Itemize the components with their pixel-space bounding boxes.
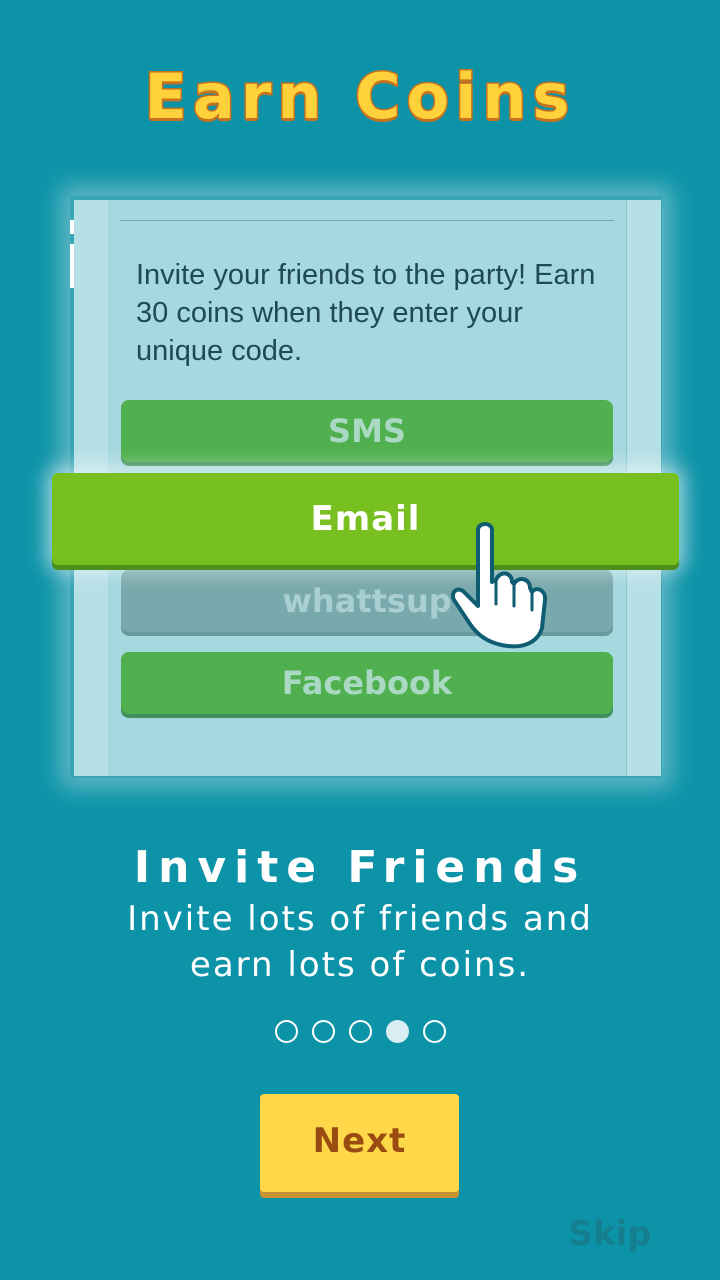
slide-subtitle: Invite lots of friends and earn lots of … xyxy=(127,899,593,985)
facebook-button[interactable]: Facebook xyxy=(121,652,613,714)
card-notch xyxy=(70,220,74,234)
page-dot-active[interactable] xyxy=(385,1020,409,1043)
page-dot[interactable] xyxy=(422,1020,446,1043)
skip-button[interactable]: Skip xyxy=(560,1214,660,1254)
slide-heading: Invite Friends xyxy=(133,842,587,893)
page-indicator xyxy=(0,1020,720,1043)
email-button[interactable]: Email xyxy=(52,473,679,565)
invite-message: Invite your friends to the party! Earn 3… xyxy=(136,259,596,367)
page-dot[interactable] xyxy=(311,1020,335,1043)
hand-pointer-icon xyxy=(451,522,548,649)
next-button[interactable]: Next xyxy=(260,1094,459,1192)
card-divider xyxy=(120,220,614,221)
page-title: Earn Coins xyxy=(143,59,576,135)
card-notch xyxy=(70,244,74,288)
sms-button[interactable]: SMS xyxy=(121,400,613,462)
page-dot[interactable] xyxy=(348,1020,372,1043)
page-dot[interactable] xyxy=(274,1020,298,1043)
